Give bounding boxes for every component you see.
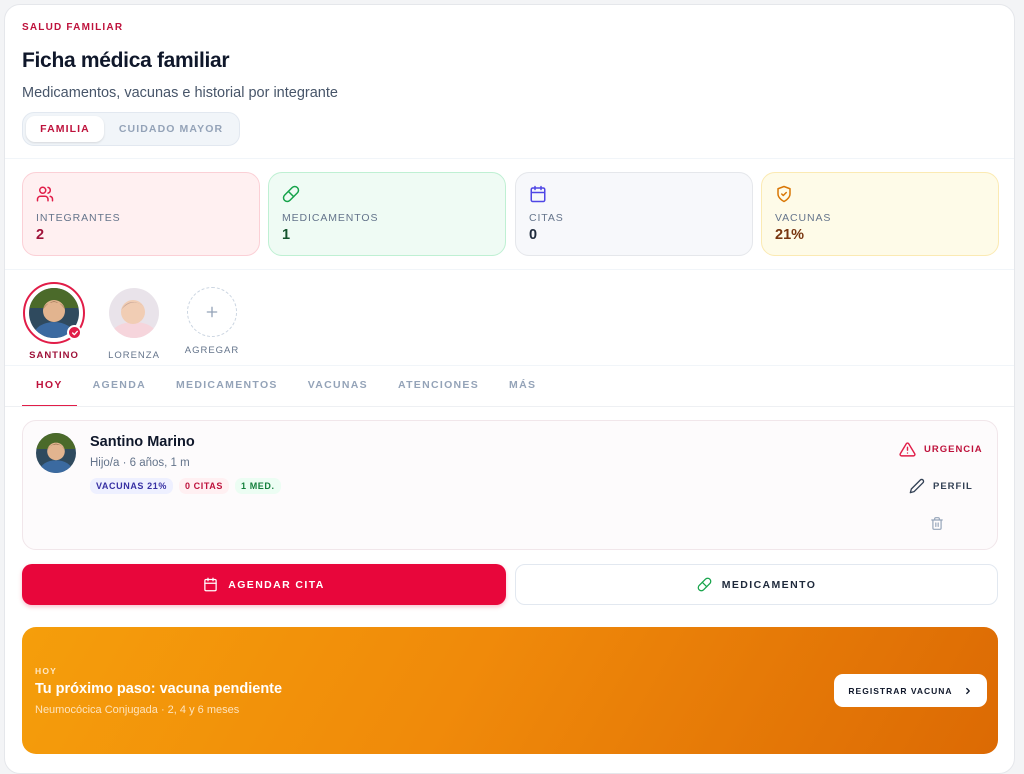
stat-card-medicamentos[interactable]: MEDICAMENTOS 1 [268,172,506,256]
next-step-banner: HOY Tu próximo paso: vacuna pendiente Ne… [22,627,998,754]
stat-card-integrantes[interactable]: INTEGRANTES 2 [22,172,260,256]
tab-mas[interactable]: MÁS [495,369,550,407]
stat-label: CITAS [529,212,564,224]
tab-vacunas[interactable]: VACUNAS [294,369,382,407]
pill-icon [282,185,300,203]
pill-icon [697,577,712,592]
mode-toggle: FAMILIA CUIDADO MAYOR [22,112,240,146]
divider [5,158,1014,159]
section-eyebrow: SALUD FAMILIAR [22,22,124,33]
selected-check-icon [67,325,82,340]
chip-citas: 0 CITAS [178,478,229,494]
page-title: Ficha médica familiar [22,49,230,72]
divider [5,406,1014,407]
plus-icon [187,287,237,337]
banner-title: Tu próximo paso: vacuna pendiente [35,681,283,697]
chip-vacunas: VACUNAS 21% [90,478,173,494]
stat-value: 21% [775,227,805,243]
tab-bar: HOY AGENDA MEDICAMENTOS VACUNAS ATENCION… [22,369,552,407]
stat-card-vacunas[interactable]: VACUNAS 21% [761,172,999,256]
tab-hoy[interactable]: HOY [22,369,77,407]
toggle-familia[interactable]: FAMILIA [26,116,104,142]
divider [5,365,1014,366]
urgencia-label: URGENCIA [924,444,983,455]
stat-value: 0 [529,227,538,243]
perfil-button[interactable]: PERFIL [909,478,973,494]
avatar [109,288,159,338]
trash-icon [931,517,943,530]
medicamento-button[interactable]: MEDICAMENTO [515,564,998,605]
alert-triangle-icon [899,442,916,457]
stat-label: VACUNAS [775,212,832,224]
registrar-vacuna-label: REGISTRAR VACUNA [848,685,953,696]
delete-button[interactable] [930,516,944,531]
chevron-right-icon [965,687,970,694]
profile-lorenza[interactable]: LORENZA [99,282,169,361]
stat-label: MEDICAMENTOS [282,212,379,224]
shield-check-icon [777,185,791,203]
stat-label: INTEGRANTES [36,212,121,224]
agendar-cita-button[interactable]: AGENDAR CITA [22,564,506,605]
member-name: Santino Marino [90,434,195,450]
pencil-icon [909,478,925,494]
calendar-icon [204,577,217,592]
stat-value: 2 [36,227,45,243]
family-health-card: SALUD FAMILIAR Ficha médica familiar Med… [4,4,1015,774]
registrar-vacuna-button[interactable]: REGISTRAR VACUNA [834,674,987,707]
profile-name: AGREGAR [184,345,240,356]
add-profile-button[interactable]: AGREGAR [177,281,247,356]
stat-value: 1 [282,227,291,243]
avatar-ring [23,282,85,344]
chip-medicamentos: 1 MED. [235,478,281,494]
page-subtitle: Medicamentos, vacunas e historial por in… [22,85,338,101]
urgencia-button[interactable]: URGENCIA [899,441,983,458]
add-ring [181,281,243,343]
medicamento-label: MEDICAMENTO [721,578,817,591]
profile-name: SANTINO [29,350,79,361]
avatar [36,433,76,473]
tab-medicamentos[interactable]: MEDICAMENTOS [162,369,292,407]
calendar-icon [530,185,546,203]
users-icon [36,186,54,202]
member-meta: Hijo/a · 6 años, 1 m [90,457,190,469]
stat-card-citas[interactable]: CITAS 0 [515,172,753,256]
profile-santino[interactable]: SANTINO [19,282,89,361]
agendar-cita-label: AGENDAR CITA [228,578,325,591]
tab-atenciones[interactable]: ATENCIONES [384,369,493,407]
toggle-cuidado-mayor[interactable]: CUIDADO MAYOR [106,116,236,142]
avatar-ring [103,282,165,344]
tab-agenda[interactable]: AGENDA [79,369,160,407]
divider [5,269,1014,270]
perfil-label: PERFIL [933,480,973,492]
member-card: Santino Marino Hijo/a · 6 años, 1 m VACU… [22,420,998,550]
profile-name: LORENZA [108,350,160,361]
banner-eyebrow: HOY [35,666,58,676]
member-chips: VACUNAS 21% 0 CITAS 1 MED. [90,478,281,494]
banner-subtitle: Neumocócica Conjugada · 2, 4 y 6 meses [35,704,240,716]
